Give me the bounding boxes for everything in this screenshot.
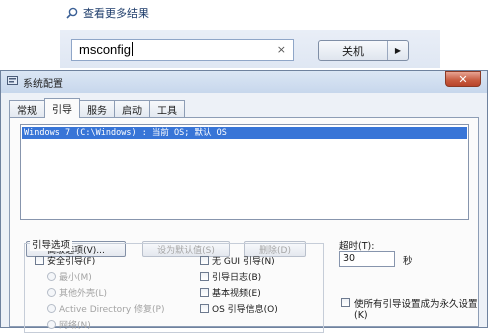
boot-log-checkbox[interactable]	[200, 272, 209, 281]
minimal-option[interactable]: 最小(M)	[47, 270, 92, 283]
tab-bar: 常规 引导 服务 启动 工具	[9, 98, 185, 118]
see-more-results-link[interactable]: 查看更多结果	[66, 5, 149, 21]
tab-startup[interactable]: 启动	[114, 100, 150, 118]
timeout-unit: 秒	[403, 256, 413, 267]
shutdown-button-group: 关机 ▶	[318, 40, 409, 61]
active-directory-repair-radio[interactable]	[47, 304, 56, 313]
no-gui-boot-label: 无 GUI 引导(N)	[212, 257, 275, 267]
window-title: 系统配置	[23, 79, 63, 90]
tab-boot[interactable]: 引导	[44, 98, 80, 118]
start-menu-search-area: 查看更多结果 msconfig × 关机 ▶	[0, 0, 495, 68]
active-directory-repair-option[interactable]: Active Directory 修复(P)	[47, 302, 165, 315]
search-value: msconfig	[79, 42, 134, 57]
boot-log-option[interactable]: 引导日志(B)	[200, 270, 261, 283]
safe-boot-label: 安全引导(F)	[47, 257, 96, 267]
boot-entry-list[interactable]: Windows 7 (C:\Windows) : 当前 OS; 默认 OS	[20, 124, 469, 220]
alternate-shell-radio[interactable]	[47, 288, 56, 297]
window-titlebar: 系统配置 ✕	[1, 71, 487, 93]
close-icon: ✕	[458, 72, 468, 86]
make-permanent-checkbox[interactable]	[341, 298, 350, 307]
clear-search-icon[interactable]: ×	[277, 43, 286, 56]
minimal-label: 最小(M)	[59, 273, 92, 283]
tab-services[interactable]: 服务	[79, 100, 115, 118]
os-boot-info-option[interactable]: OS 引导信息(O)	[200, 302, 278, 315]
make-permanent-option[interactable]: 使所有引导设置成为永久设置(K)	[341, 296, 481, 321]
close-window-button[interactable]: ✕	[445, 71, 481, 87]
no-gui-boot-checkbox[interactable]	[200, 256, 209, 265]
boot-entry-windows7[interactable]: Windows 7 (C:\Windows) : 当前 OS; 默认 OS	[22, 127, 467, 139]
boot-log-label: 引导日志(B)	[212, 273, 262, 283]
os-boot-info-checkbox[interactable]	[200, 304, 209, 313]
see-more-label: 查看更多结果	[83, 7, 149, 20]
no-gui-boot-option[interactable]: 无 GUI 引导(N)	[200, 254, 275, 267]
alternate-shell-label: 其他外壳(L)	[59, 289, 108, 299]
boot-options-group: 引导选项 安全引导(F) 最小(M) 其他外壳(L) Active Direct…	[24, 237, 324, 333]
timeout-input[interactable]: 30	[339, 251, 395, 267]
search-icon	[66, 7, 78, 19]
tab-general[interactable]: 常规	[9, 100, 45, 118]
safe-boot-checkbox[interactable]	[35, 256, 44, 265]
text-caret	[132, 42, 134, 56]
alternate-shell-option[interactable]: 其他外壳(L)	[47, 286, 107, 299]
minimal-radio[interactable]	[47, 272, 56, 281]
start-search-input[interactable]: msconfig ×	[71, 39, 294, 61]
msconfig-app-icon	[7, 76, 18, 85]
boot-options-legend: 引导选项	[30, 237, 73, 251]
make-permanent-label: 使所有引导设置成为永久设置(K)	[354, 299, 478, 321]
tab-tools[interactable]: 工具	[149, 100, 185, 118]
shutdown-button[interactable]: 关机	[319, 41, 387, 60]
shutdown-options-arrow-icon[interactable]: ▶	[387, 41, 408, 60]
timeout-label: 超时(T):	[339, 241, 375, 252]
safe-boot-option[interactable]: 安全引导(F)	[35, 254, 95, 267]
base-video-checkbox[interactable]	[200, 288, 209, 297]
base-video-option[interactable]: 基本视频(E)	[200, 286, 261, 299]
active-directory-repair-label: Active Directory 修复(P)	[59, 305, 165, 315]
base-video-label: 基本视频(E)	[212, 289, 261, 299]
os-boot-info-label: OS 引导信息(O)	[212, 305, 278, 315]
